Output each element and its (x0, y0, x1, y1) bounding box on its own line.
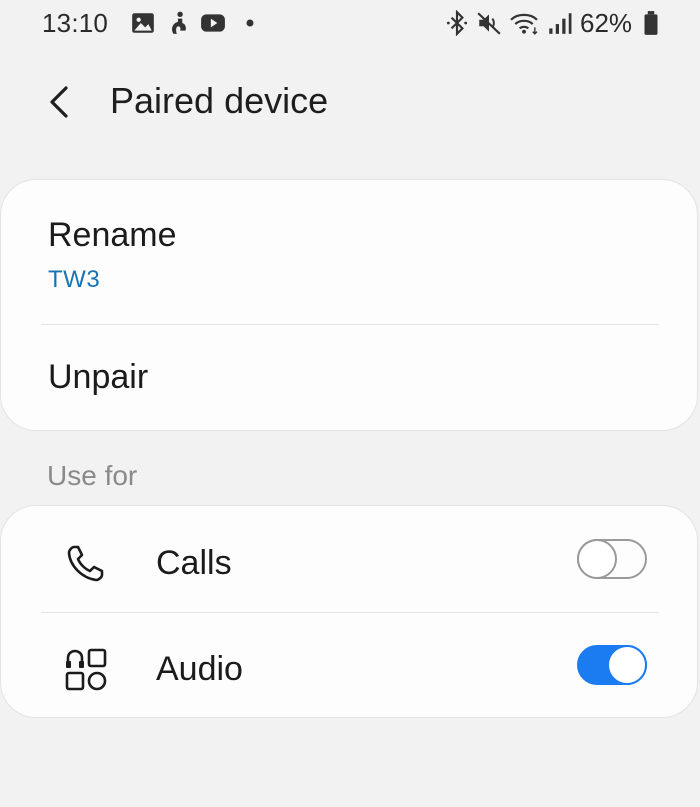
battery-percentage: 62% (580, 8, 633, 38)
use-for-card: Calls Audio (0, 505, 698, 718)
rename-row[interactable]: Rename TW3 (1, 180, 697, 324)
rename-label: Rename (48, 216, 177, 254)
accessibility-icon (166, 10, 192, 36)
wifi-icon (508, 10, 540, 36)
unpair-label: Unpair (48, 358, 149, 396)
divider (41, 612, 659, 613)
page-title: Paired device (110, 80, 329, 121)
phone-icon (61, 538, 111, 588)
notification-dot-icon (240, 10, 260, 36)
audio-toggle[interactable] (577, 645, 647, 685)
status-bar: 13:10 62% (0, 0, 700, 48)
device-card: Rename TW3 Unpair (0, 179, 698, 431)
audio-label: Audio (156, 650, 243, 688)
audio-apps-icon (61, 644, 111, 694)
audio-row[interactable]: Audio (1, 614, 697, 718)
toggle-knob (577, 539, 617, 579)
youtube-icon (200, 10, 226, 36)
unpair-row[interactable]: Unpair (1, 325, 697, 430)
back-arrow-icon (50, 86, 68, 118)
mute-icon (476, 10, 502, 36)
bluetooth-icon (444, 10, 470, 36)
device-name: TW3 (48, 266, 101, 293)
calls-row[interactable]: Calls (1, 508, 697, 612)
signal-icon (546, 10, 572, 36)
gallery-icon (130, 10, 156, 36)
calls-label: Calls (156, 544, 232, 582)
calls-toggle[interactable] (577, 539, 647, 579)
toggle-knob (607, 645, 647, 685)
back-button[interactable] (36, 78, 84, 126)
use-for-section-label: Use for (47, 460, 138, 491)
status-time: 13:10 (42, 8, 109, 38)
battery-icon (642, 10, 660, 36)
app-header: Paired device (0, 60, 700, 150)
